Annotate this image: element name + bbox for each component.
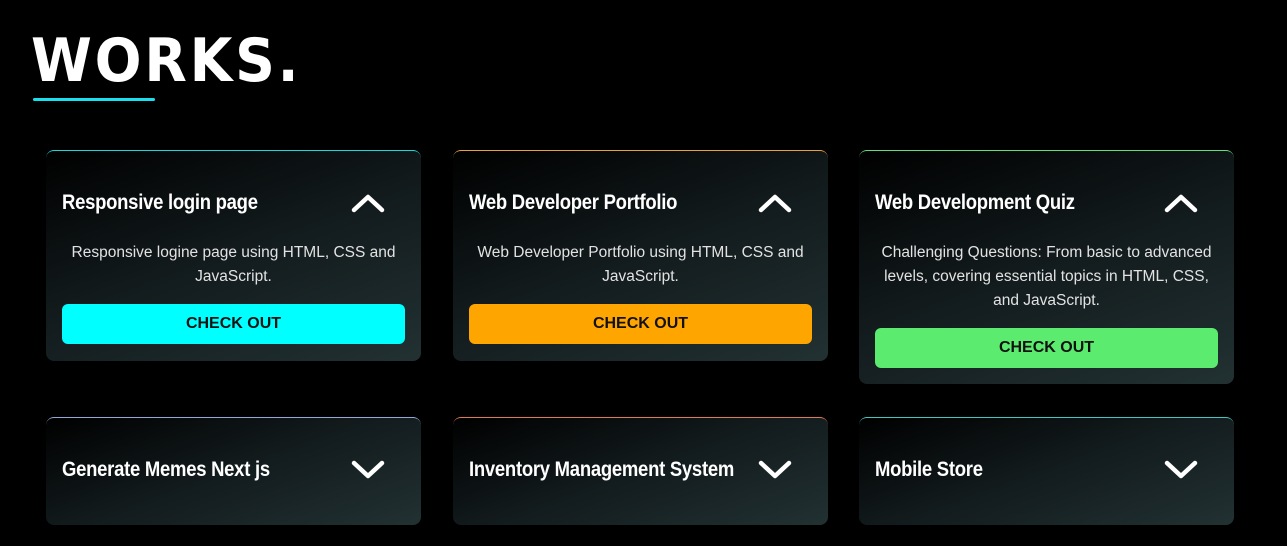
card-title: Generate Memes Next js (62, 458, 270, 481)
card-header[interactable]: Web Developer Portfolio (453, 151, 828, 255)
card-title: Web Developer Portfolio (469, 191, 678, 214)
card-header[interactable]: Inventory Management System (453, 418, 828, 522)
check-out-button[interactable]: CHECK OUT (875, 328, 1218, 368)
check-out-button[interactable]: CHECK OUT (62, 304, 405, 344)
card-header[interactable]: Web Development Quiz (859, 151, 1234, 255)
project-card: Generate Memes Next js (46, 417, 421, 525)
title-underline (33, 98, 155, 101)
chevron-up-icon[interactable] (1164, 189, 1198, 217)
card-title: Mobile Store (875, 458, 983, 481)
chevron-up-icon[interactable] (758, 189, 792, 217)
chevron-down-icon[interactable] (1164, 456, 1198, 484)
chevron-up-icon[interactable] (351, 189, 385, 217)
card-header[interactable]: Responsive login page (46, 151, 421, 255)
chevron-down-icon[interactable] (351, 456, 385, 484)
project-card: Responsive login page Responsive logine … (46, 150, 421, 361)
project-card: Inventory Management System (453, 417, 828, 525)
project-card: Web Development Quiz Challenging Questio… (859, 150, 1234, 384)
card-header[interactable]: Mobile Store (859, 418, 1234, 522)
check-out-button[interactable]: CHECK OUT (469, 304, 812, 344)
card-title: Responsive login page (62, 191, 258, 214)
card-title: Inventory Management System (469, 458, 735, 481)
works-section: WORKS. Responsive login page Responsive … (0, 0, 1287, 546)
section-title: WORKS. (31, 26, 302, 96)
card-header[interactable]: Generate Memes Next js (46, 418, 421, 522)
chevron-down-icon[interactable] (758, 456, 792, 484)
project-card: Mobile Store (859, 417, 1234, 525)
project-card: Web Developer Portfolio Web Developer Po… (453, 150, 828, 361)
card-title: Web Development Quiz (875, 191, 1075, 214)
